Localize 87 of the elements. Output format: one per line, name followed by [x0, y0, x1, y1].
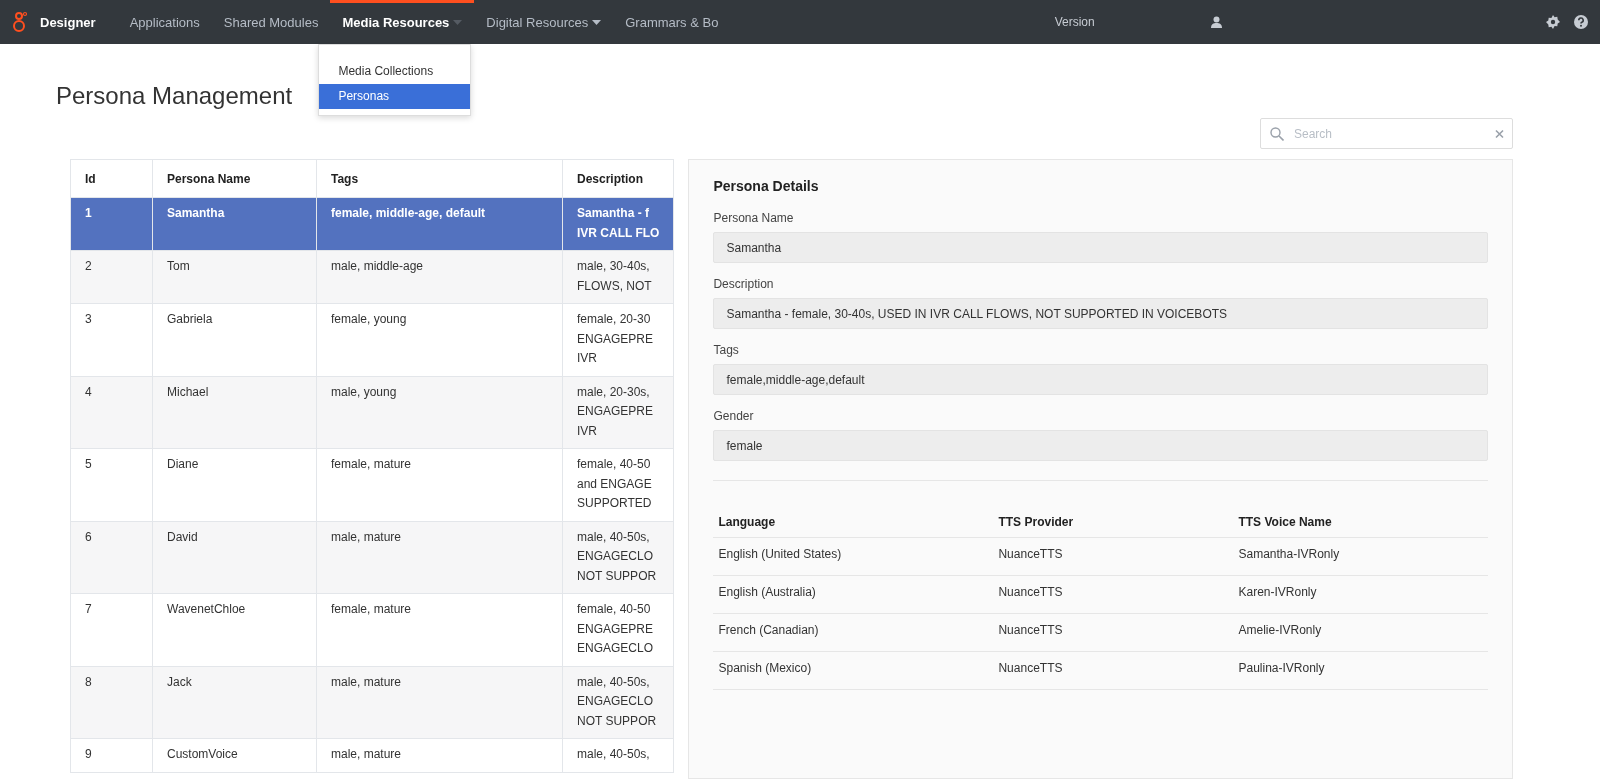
table-cell: Amelie-IVRonly — [1233, 614, 1488, 652]
table-cell: Paulina-IVRonly — [1233, 652, 1488, 690]
read-only-field: female — [713, 430, 1488, 461]
table-cell: 5 — [70, 448, 153, 521]
table-cell: 1 — [70, 197, 153, 251]
table-cell: male, middle-age — [316, 250, 563, 304]
nav-menu-item[interactable]: Digital Resources — [474, 0, 614, 44]
search-icon — [1270, 126, 1284, 141]
table-cell: NuanceTTS — [993, 652, 1234, 690]
settings-icon[interactable] — [1546, 15, 1560, 29]
table-cell: 8 — [70, 666, 153, 739]
table-cell: WavenetChloe — [152, 593, 317, 666]
table-cell: NuanceTTS — [993, 576, 1234, 614]
version-label: Version — [1054, 15, 1095, 29]
table-cell: male, 20-30s, ENGAGEPRE IVR — [562, 376, 674, 449]
column-header: TTS Provider — [993, 515, 1234, 538]
table-cell: Samantha-IVRonly — [1233, 538, 1488, 576]
table-cell: female, young — [316, 303, 563, 376]
dropdown-menu-item[interactable]: Personas — [319, 84, 471, 109]
table-cell: Tom — [152, 250, 317, 304]
read-only-field: female,middle-age,default — [713, 364, 1488, 395]
column-header: Persona Name — [152, 159, 317, 198]
table-cell: Gabriela — [152, 303, 317, 376]
nav-menu-item[interactable]: Grammars & Bo — [613, 0, 731, 44]
table-cell: NuanceTTS — [993, 614, 1234, 652]
table-cell: female, mature — [316, 593, 563, 666]
column-header: TTS Voice Name — [1233, 515, 1488, 538]
read-only-field: Samantha — [713, 232, 1488, 263]
table-cell: Spanish (Mexico) — [713, 652, 994, 690]
table-cell: female, middle-age, default — [316, 197, 563, 251]
table-cell: 4 — [70, 376, 153, 449]
table-cell: 9 — [70, 738, 153, 772]
user-icon[interactable] — [1210, 16, 1222, 28]
table-cell: 3 — [70, 303, 153, 376]
read-only-field: Samantha - female, 30-40s, USED IN IVR CALL FLOWS, NOT SUPPORTED IN VOICEBOTS — [713, 298, 1488, 329]
table-row[interactable]: 9 CustomVoice male, mature male, 40-50s, — [70, 738, 674, 772]
table-cell: Karen-IVRonly — [1233, 576, 1488, 614]
column-header: Id — [70, 159, 153, 198]
column-header: Description — [562, 159, 674, 198]
app-name: Designer — [40, 14, 96, 30]
table-cell: 6 — [70, 521, 153, 594]
table-cell: male, mature — [316, 738, 563, 772]
panel-title: Persona Details — [713, 178, 820, 194]
field-label: Description — [713, 277, 775, 291]
help-icon[interactable] — [1574, 15, 1588, 29]
table-cell: female, 40-50 ENGAGEPRE ENGAGECLO — [562, 593, 674, 666]
search-field[interactable]: Search — [1260, 118, 1513, 149]
table-cell: Samantha — [152, 197, 317, 251]
table-row[interactable]: 2 Tom male, middle-age male, 30-40s, FLOWS, NOT — [70, 250, 674, 304]
table-cell: male, 40-50s, ENGAGECLO NOT SUPPOR — [562, 666, 674, 739]
table-cell: CustomVoice — [152, 738, 317, 772]
table-cell: female, mature — [316, 448, 563, 521]
table-cell: Diane — [152, 448, 317, 521]
table-cell: NuanceTTS — [993, 538, 1234, 576]
page-title: Persona Management — [56, 82, 293, 110]
table-cell: male, 30-40s, FLOWS, NOT — [562, 250, 674, 304]
table-cell: Samantha - f IVR CALL FLO — [562, 197, 674, 251]
column-header: Language — [713, 515, 994, 538]
table-row[interactable]: 6 David male, mature male, 40-50s, ENGAGECLO NOT SUPPOR — [70, 521, 674, 594]
table-cell: 7 — [70, 593, 153, 666]
dropdown-menu-item[interactable]: Media Collections — [319, 59, 471, 84]
field-label: Persona Name — [713, 211, 795, 225]
table-cell: French (Canadian) — [713, 614, 994, 652]
table-cell: male, 40-50s, ENGAGECLO NOT SUPPOR — [562, 521, 674, 594]
table-cell: male, mature — [316, 666, 563, 739]
logo-icon — [12, 11, 28, 33]
table-cell: male, 40-50s, — [562, 738, 674, 772]
table-row[interactable]: 3 Gabriela female, young female, 20-30 ENGAGEPRE IVR — [70, 303, 674, 376]
table-row[interactable]: 1 Samantha female, middle-age, default Samantha - f IVR CALL FLO — [70, 197, 674, 251]
table-cell: Michael — [152, 376, 317, 449]
field-label: Tags — [713, 343, 740, 357]
table-row[interactable]: 5 Diane female, mature female, 40-50 and ENGAGE SUPPORTED — [70, 448, 674, 521]
table-cell: male, young — [316, 376, 563, 449]
table-cell: David — [152, 521, 317, 594]
nav-menu-item[interactable]: Applications — [117, 0, 212, 44]
table-cell: English (United States) — [713, 538, 994, 576]
column-header: Tags — [316, 159, 563, 198]
table-cell: male, mature — [316, 521, 563, 594]
field-label: Gender — [713, 409, 755, 423]
table-cell: English (Australia) — [713, 576, 994, 614]
table-row[interactable]: 7 WavenetChloe female, mature female, 40-50 ENGAGEPRE ENGAGECLO — [70, 593, 674, 666]
table-row[interactable]: 8 Jack male, mature male, 40-50s, ENGAGECLO NOT SUPPOR — [70, 666, 674, 739]
table-cell: Jack — [152, 666, 317, 739]
table-cell: 2 — [70, 250, 153, 304]
table-cell: female, 40-50 and ENGAGE SUPPORTED — [562, 448, 674, 521]
table-cell: female, 20-30 ENGAGEPRE IVR — [562, 303, 674, 376]
table-row[interactable]: 4 Michael male, young male, 20-30s, ENGAGEPRE IVR — [70, 376, 674, 449]
